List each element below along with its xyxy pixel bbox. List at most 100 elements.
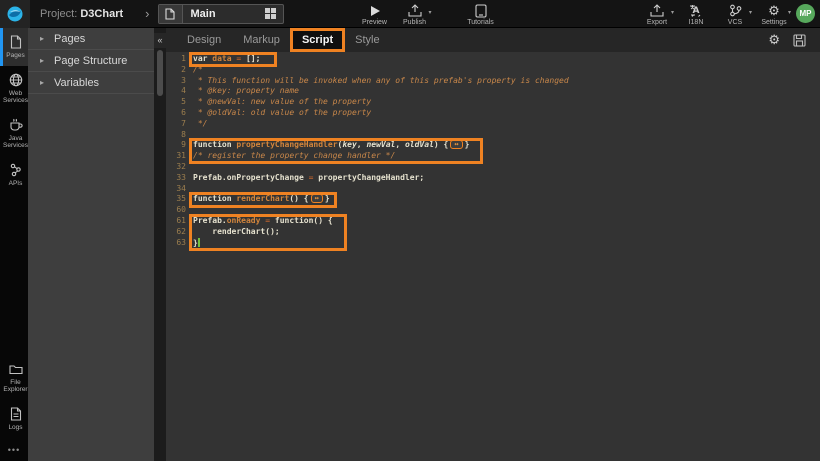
settings-button[interactable]: ⚙▾Settings <box>759 1 789 26</box>
export-icon <box>650 4 664 17</box>
code-text: } <box>186 238 200 249</box>
caret-right-icon: ▸ <box>40 34 44 43</box>
code-text <box>186 162 193 173</box>
app-logo[interactable] <box>0 0 30 28</box>
code-token: oldVal <box>405 140 434 149</box>
line-number: 8 <box>166 130 186 141</box>
save-button[interactable] <box>793 34 806 47</box>
code-token: () { <box>289 194 308 203</box>
code-text: * @key: property name <box>186 86 299 97</box>
sidebar-section-page-structure[interactable]: ▸Page Structure <box>28 50 154 72</box>
code-line[interactable]: 60 <box>166 205 820 216</box>
vcs-button[interactable]: ▾VCS <box>720 1 750 26</box>
code-fold-widget[interactable]: ↔ <box>450 140 462 149</box>
page-tab-main[interactable]: Main <box>158 4 284 24</box>
grid-icon[interactable] <box>259 8 283 19</box>
globe-icon <box>9 73 23 87</box>
code-fold-widget[interactable]: ↔ <box>311 194 323 203</box>
code-token: () { <box>313 216 332 225</box>
rail-item-web-services[interactable]: Web Services <box>0 66 28 111</box>
code-line[interactable]: 7 */ <box>166 119 820 130</box>
pages-label: Pages <box>2 52 29 60</box>
project-breadcrumb: Project: D3Chart <box>40 8 123 20</box>
line-number: 3 <box>166 76 186 87</box>
code-text: function renderChart() {↔} <box>186 194 330 205</box>
i18n-button[interactable]: AI18N <box>681 1 711 26</box>
sidebar-scrollbar[interactable] <box>154 28 166 461</box>
preview-button[interactable]: Preview <box>360 1 390 26</box>
editor-settings-button[interactable]: ⚙ <box>768 31 780 49</box>
preview-label: Preview <box>362 19 387 26</box>
code-text: * This function will be invoked when any… <box>186 76 569 87</box>
code-line[interactable]: 62 renderChart(); <box>166 227 820 238</box>
line-number: 4 <box>166 86 186 97</box>
code-line[interactable]: 35function renderChart() {↔} <box>166 194 820 205</box>
code-line[interactable]: 1var data = []; <box>166 54 820 65</box>
top-bar: Project: D3Chart › Main Preview ▾Publish T… <box>0 0 820 28</box>
chevron-right-icon[interactable]: › <box>145 6 149 21</box>
rail-item-file-explorer[interactable]: File Explorer <box>0 355 28 400</box>
rail-item-pages[interactable]: Pages <box>0 28 28 66</box>
script-editor[interactable]: 1var data = [];2/*3 * This function will… <box>166 52 820 461</box>
project-name: D3Chart <box>80 8 123 20</box>
rail-item-logs[interactable]: Logs <box>0 400 28 438</box>
code-token: propertyChangeHandler <box>236 140 337 149</box>
logs-icon <box>10 407 22 421</box>
code-text: Prefab.onPropertyChange = propertyChange… <box>186 173 424 184</box>
code-token: []; <box>246 54 260 63</box>
code-token: renderChart(); <box>193 227 280 236</box>
publish-button[interactable]: ▾Publish <box>400 1 430 26</box>
settings-label: Settings <box>761 19 786 26</box>
code-line[interactable]: 4 * @key: property name <box>166 86 820 97</box>
code-token: * @key: property name <box>193 86 299 95</box>
code-token: , <box>395 140 405 149</box>
code-line[interactable]: 32 <box>166 162 820 173</box>
tab-markup[interactable]: Markup <box>234 31 289 49</box>
tab-script[interactable]: Script <box>293 31 342 49</box>
sidebar-section-pages[interactable]: ▸ Pages <box>28 28 154 50</box>
code-text <box>186 184 193 195</box>
code-line[interactable]: 61Prefab.onReady = function() { <box>166 216 820 227</box>
code-token: */ <box>193 119 207 128</box>
page-icon <box>159 5 183 23</box>
line-number: 33 <box>166 173 186 184</box>
code-line[interactable]: 6 * @oldVal: old value of the property <box>166 108 820 119</box>
tutorials-label: Tutorials <box>467 19 494 26</box>
caret-right-icon: ▸ <box>40 56 44 65</box>
line-number: 1 <box>166 54 186 65</box>
tab-style[interactable]: Style <box>346 31 388 49</box>
export-button[interactable]: ▾Export <box>642 1 672 26</box>
code-line[interactable]: 3 * This function will be invoked when a… <box>166 76 820 87</box>
play-icon <box>369 4 381 17</box>
more-options-icon[interactable]: ••• <box>0 437 28 461</box>
code-line[interactable]: 33Prefab.onPropertyChange = propertyChan… <box>166 173 820 184</box>
rail-item-apis[interactable]: APIs <box>0 156 28 194</box>
tutorials-button[interactable]: Tutorials <box>466 1 496 26</box>
line-number: 34 <box>166 184 186 195</box>
sidebar-section-variables[interactable]: ▸Variables <box>28 72 154 94</box>
code-line[interactable]: 9function propertyChangeHandler(key, new… <box>166 140 820 151</box>
logs-label: Logs <box>2 424 29 432</box>
code-line[interactable]: 8 <box>166 130 820 141</box>
main-panel: DesignMarkupScriptStyle ⚙ 1var data = [];… <box>166 28 820 461</box>
code-line[interactable]: 63} <box>166 238 820 249</box>
line-number: 63 <box>166 238 186 249</box>
scrollbar-thumb[interactable] <box>157 50 163 96</box>
caret-right-icon: ▸ <box>40 78 44 87</box>
code-line[interactable]: 34 <box>166 184 820 195</box>
rail-item-java-services[interactable]: Java Services <box>0 111 28 156</box>
code-token: key <box>342 140 356 149</box>
sidebar-section-label: Pages <box>54 33 85 45</box>
code-text: */ <box>186 119 207 130</box>
code-line[interactable]: 31/* register the property change handle… <box>166 151 820 162</box>
code-text <box>186 205 193 216</box>
user-avatar[interactable]: MP <box>796 4 815 23</box>
code-token: Prefab.onPropertyChange <box>193 173 304 182</box>
code-token: function <box>193 140 236 149</box>
tutorials-icon <box>475 4 487 17</box>
code-line[interactable]: 2/* <box>166 65 820 76</box>
code-line[interactable]: 5 * @newVal: new value of the property <box>166 97 820 108</box>
sidebar-collapse-button[interactable]: « <box>154 33 166 48</box>
export-label: Export <box>647 19 667 26</box>
tab-design[interactable]: Design <box>178 31 230 49</box>
